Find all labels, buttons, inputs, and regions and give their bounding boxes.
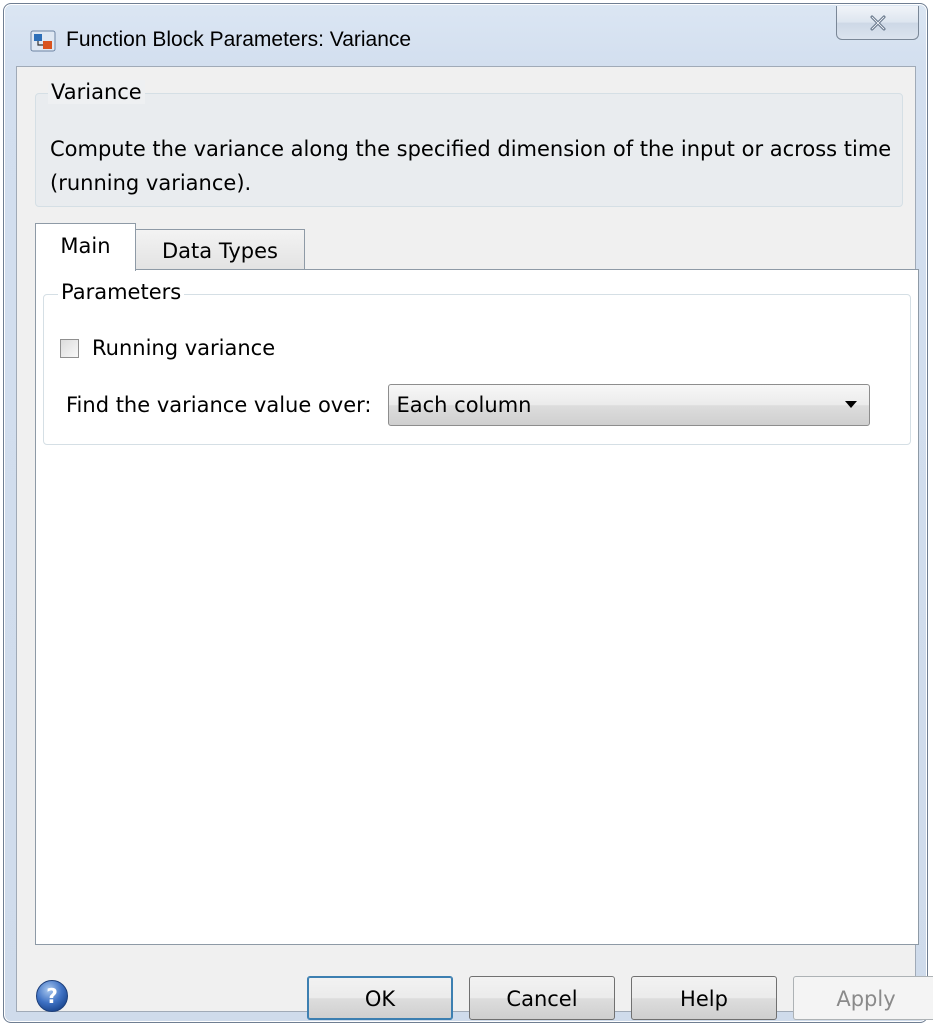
find-variance-value: Each column: [396, 393, 532, 417]
description-group-label: Variance: [48, 80, 145, 104]
find-variance-label: Find the variance value over:: [66, 393, 372, 417]
svg-text:?: ?: [46, 984, 58, 1008]
help-button[interactable]: Help: [631, 976, 777, 1020]
ok-button[interactable]: OK: [307, 976, 453, 1020]
dialog-body: Variance Compute the variance along the …: [16, 66, 933, 1020]
running-variance-label[interactable]: Running variance: [92, 336, 275, 360]
tab-data-types[interactable]: Data Types: [136, 229, 305, 269]
description-group: Variance Compute the variance along the …: [35, 80, 903, 207]
apply-button[interactable]: Apply: [793, 976, 933, 1020]
help-icon[interactable]: ?: [35, 979, 69, 1013]
dialog-window: Function Block Parameters: Variance Vari…: [3, 3, 933, 1023]
description-text: Compute the variance along the specified…: [50, 137, 892, 195]
window-title: Function Block Parameters: Variance: [66, 28, 412, 51]
find-variance-row: Find the variance value over: Each colum…: [66, 383, 870, 427]
parameters-group-label: Parameters: [58, 280, 185, 304]
title-bar[interactable]: Function Block Parameters: Variance: [4, 4, 927, 66]
tab-main[interactable]: Main: [35, 223, 136, 271]
close-button[interactable]: [836, 6, 919, 40]
tab-panel-main: Parameters Running variance Find the var…: [35, 269, 919, 945]
cancel-button[interactable]: Cancel: [469, 976, 615, 1020]
parameters-group: Parameters Running variance Find the var…: [43, 280, 911, 445]
find-variance-select[interactable]: Each column: [387, 384, 870, 426]
running-variance-option[interactable]: Running variance: [60, 333, 275, 363]
app-icon: [30, 30, 56, 52]
dropdown-arrow-icon: [844, 401, 857, 408]
close-icon: [870, 15, 885, 30]
running-variance-checkbox[interactable]: [60, 338, 79, 358]
